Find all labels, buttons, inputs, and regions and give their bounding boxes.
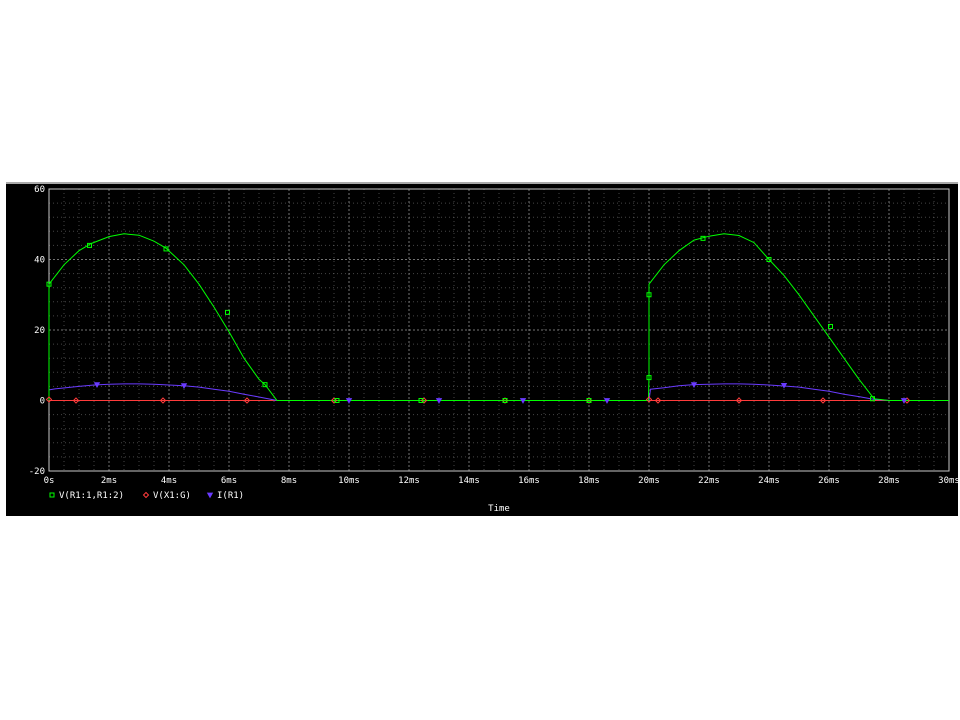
legend-marker-2 xyxy=(206,492,214,499)
y-tick-label: -20 xyxy=(29,467,45,477)
legend-label-0: V(R1:1,R1:2) xyxy=(59,491,124,501)
x-tick-label: 26ms xyxy=(818,476,840,486)
marker-layer xyxy=(45,235,911,404)
x-tick-label: 30ms xyxy=(938,476,958,486)
x-tick-label: 20ms xyxy=(638,476,660,486)
x-axis-label: Time xyxy=(488,504,510,514)
legend-label-2: I(R1) xyxy=(217,491,244,501)
grid-layer xyxy=(49,189,949,471)
x-tick-label: 8ms xyxy=(281,476,297,486)
legend-marker-0 xyxy=(49,492,55,498)
chart-panel: 0s 2ms 4ms 6ms 8ms 10ms 12ms 14ms 16ms 18ms 20ms 22… xyxy=(6,182,958,516)
x-tick-label: 2ms xyxy=(101,476,117,486)
x-tick-label: 28ms xyxy=(878,476,900,486)
y-tick-label: 60 xyxy=(34,185,45,195)
legend-marker-1 xyxy=(142,491,150,499)
y-tick-label: 0 xyxy=(40,397,45,407)
x-tick-label: 0s xyxy=(44,476,55,486)
x-tick-label: 12ms xyxy=(398,476,420,486)
chart-svg: 0s 2ms 4ms 6ms 8ms 10ms 12ms 14ms 16ms 18ms 20ms 22… xyxy=(29,185,958,514)
x-tick-label: 18ms xyxy=(578,476,600,486)
legend: V(R1:1,R1:2) V(X1:G) I(R1) xyxy=(49,491,244,501)
x-tick-label: 4ms xyxy=(161,476,177,486)
x-tick-label: 24ms xyxy=(758,476,780,486)
x-tick-label: 6ms xyxy=(221,476,237,486)
x-tick-label: 10ms xyxy=(338,476,360,486)
legend-label-1: V(X1:G) xyxy=(153,491,191,501)
x-tick-label: 22ms xyxy=(698,476,720,486)
y-tick-label: 20 xyxy=(34,326,45,336)
y-tick-label: 40 xyxy=(34,256,45,266)
x-tick-label: 14ms xyxy=(458,476,480,486)
tick-layer: 0s 2ms 4ms 6ms 8ms 10ms 12ms 14ms 16ms 18ms 20ms 22… xyxy=(29,185,958,486)
x-tick-label: 16ms xyxy=(518,476,540,486)
